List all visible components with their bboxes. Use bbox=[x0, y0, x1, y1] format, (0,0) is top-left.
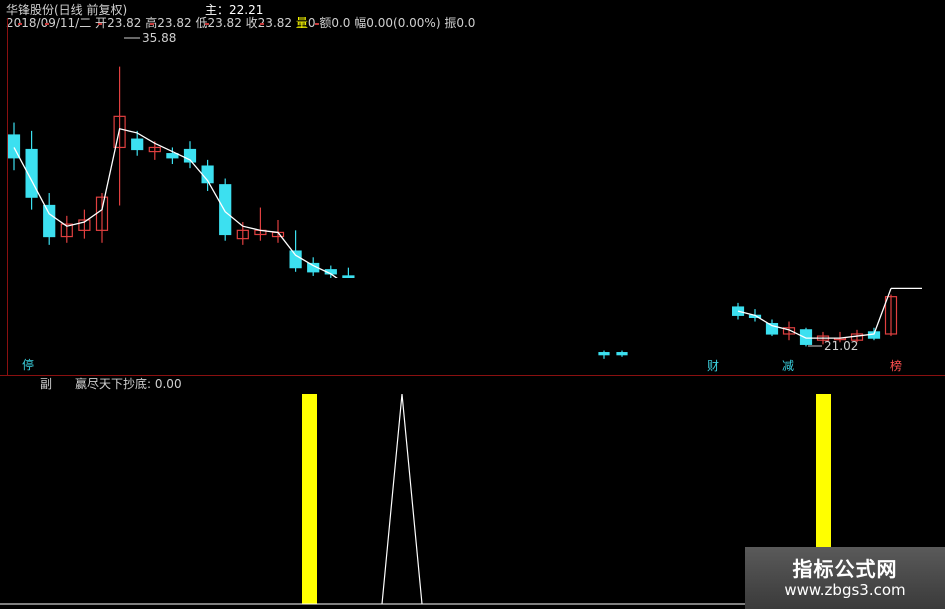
marker-jian[interactable]: 减 bbox=[780, 359, 796, 373]
sub-panel-label: 副 bbox=[40, 377, 53, 391]
candle-body bbox=[43, 204, 56, 238]
candle-body bbox=[289, 250, 302, 269]
candle-body bbox=[616, 352, 628, 356]
sub-indicator-value: 赢尽天下抄底: 0.00 bbox=[75, 377, 182, 391]
candle-body bbox=[166, 153, 179, 159]
watermark-url: www.zbgs3.com bbox=[784, 581, 906, 599]
overlay-box bbox=[535, 0, 945, 141]
marker-ting[interactable]: 停 bbox=[20, 358, 36, 372]
candle-body bbox=[219, 184, 232, 236]
marker-cai[interactable]: 财 bbox=[705, 359, 721, 373]
ma-line bbox=[737, 288, 892, 339]
candle-body bbox=[131, 138, 144, 151]
candle-body bbox=[799, 329, 813, 345]
signal-spike bbox=[381, 393, 423, 605]
marker-bang[interactable]: 榜 bbox=[888, 359, 904, 373]
low-annotation-label: 21.02 bbox=[824, 339, 858, 353]
stock-chart-window: 华锋股份(日线 前复权) 主：22.21 2018/09/11/二 开23.82… bbox=[0, 0, 945, 609]
overlay-box bbox=[212, 278, 732, 328]
signal-bar bbox=[302, 394, 317, 604]
watermark-title: 指标公式网 bbox=[792, 557, 898, 581]
overlay-box bbox=[0, 376, 35, 392]
candle-body bbox=[598, 352, 610, 356]
watermark-banner: 指标公式网 www.zbgs3.com bbox=[745, 547, 945, 609]
high-annotation-label: 35.88 bbox=[142, 31, 176, 45]
